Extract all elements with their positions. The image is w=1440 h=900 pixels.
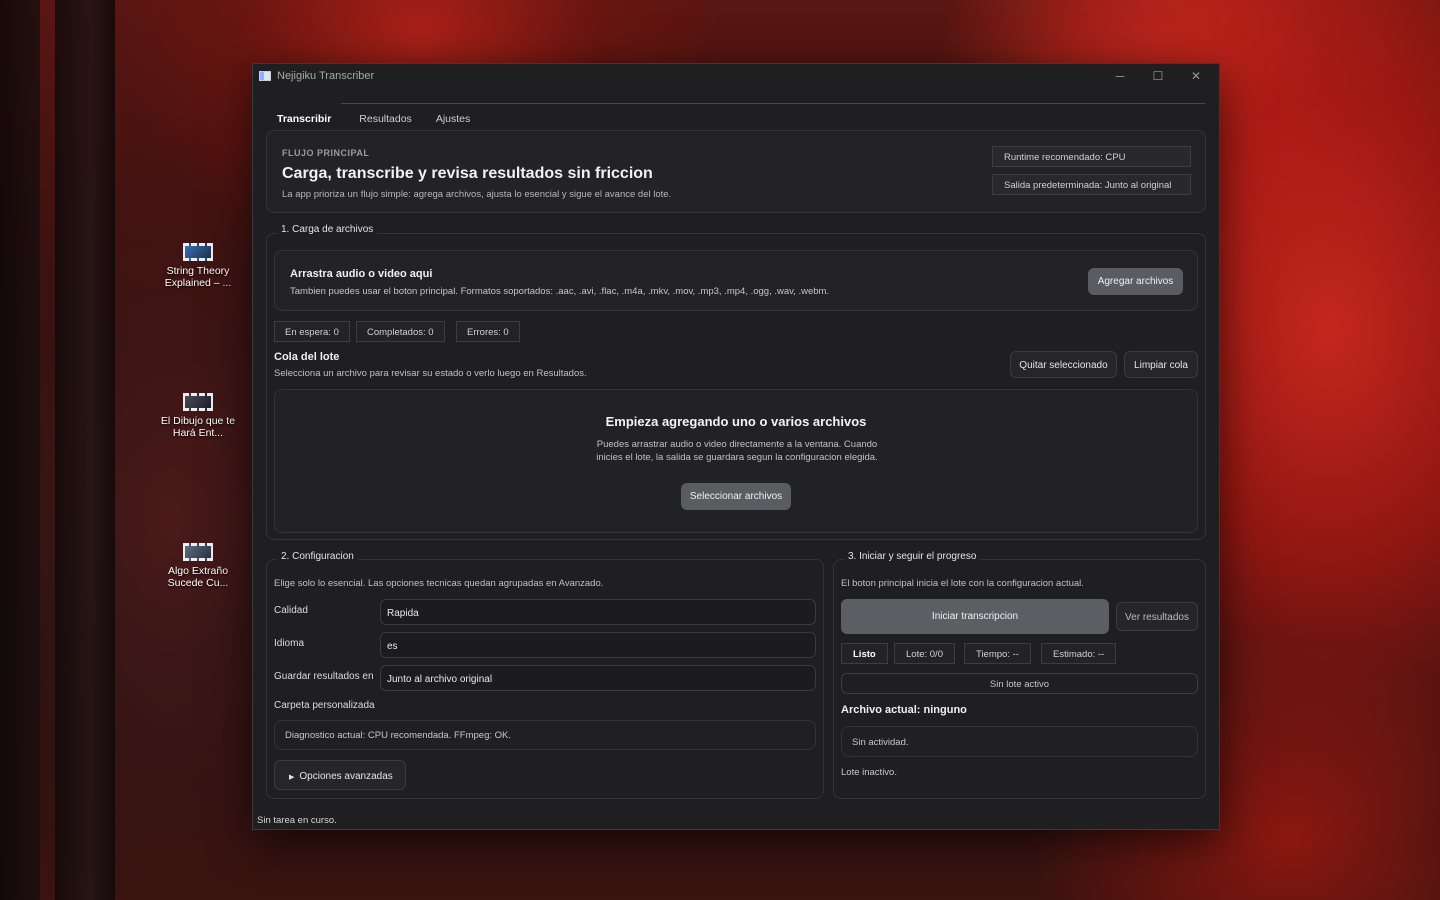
progress-intro: El boton principal inicia el lote con la… — [841, 578, 1084, 589]
queue-list[interactable]: Empieza agregando uno o varios archivos … — [274, 389, 1198, 533]
desktop-icon-video-2[interactable]: El Dibujo que te Hará Ent... — [160, 393, 236, 439]
batch-chip: Lote: 0/0 — [894, 643, 955, 664]
tab-divider — [341, 103, 1205, 104]
upload-section-label: 1. Carga de archivos — [277, 224, 378, 235]
advanced-options-label: Opciones avanzadas — [299, 771, 393, 782]
runtime-badge: Runtime recomendado: CPU — [992, 146, 1191, 167]
status-bar: Sin tarea en curso. — [257, 815, 337, 826]
desktop-icon-video-1[interactable]: String Theory Explained – ... — [160, 243, 236, 289]
activity-log: Sin actividad. — [841, 726, 1198, 757]
drop-title: Arrastra audio o video aqui — [290, 268, 433, 280]
desktop-icon-label: String Theory Explained – ... — [164, 265, 232, 289]
app-window: Nejigiku Transcriber ─ ☐ ✕ Transcribir R… — [252, 63, 1220, 830]
advanced-options-toggle[interactable]: ▶ Opciones avanzadas — [274, 760, 406, 790]
remove-selected-button[interactable]: Quitar seleccionado — [1010, 351, 1117, 378]
waiting-counter: En espera: 0 — [274, 321, 350, 342]
save-location-select[interactable]: Junto al archivo original — [380, 665, 816, 691]
save-location-label: Guardar resultados en — [274, 671, 374, 682]
empty-state-title: Empieza agregando uno o varios archivos — [605, 414, 867, 429]
maximize-button[interactable]: ☐ — [1139, 69, 1177, 83]
start-transcription-button[interactable]: Iniciar transcripcion — [841, 599, 1109, 634]
hero-eyebrow: FLUJO PRINCIPAL — [282, 148, 370, 158]
page-title: Carga, transcribe y revisa resultados si… — [282, 165, 653, 182]
background-tree — [55, 0, 115, 900]
background-tree — [0, 0, 40, 900]
tab-ajustes[interactable]: Ajustes — [426, 113, 480, 131]
status-chip: Listo — [841, 643, 888, 664]
close-button[interactable]: ✕ — [1177, 69, 1215, 83]
progress-section-label: 3. Iniciar y seguir el progreso — [844, 551, 981, 562]
chevron-right-icon: ▶ — [289, 774, 295, 781]
clear-queue-button[interactable]: Limpiar cola — [1124, 351, 1198, 378]
hero-subtitle: La app prioriza un flujo simple: agrega … — [282, 189, 672, 200]
add-files-button[interactable]: Agregar archivos — [1088, 268, 1183, 295]
config-intro: Elige solo lo esencial. Las opciones tec… — [274, 578, 604, 589]
app-icon — [259, 71, 271, 81]
video-file-icon — [183, 543, 213, 561]
hero-panel: FLUJO PRINCIPAL Carga, transcribe y revi… — [266, 130, 1206, 213]
desktop-icon-label: El Dibujo que te Hará Ent... — [160, 415, 236, 439]
video-file-icon — [183, 243, 213, 261]
batch-state: Lote inactivo. — [841, 767, 897, 778]
config-section-label: 2. Configuracion — [277, 551, 358, 562]
view-results-button[interactable]: Ver resultados — [1116, 602, 1198, 631]
tab-resultados[interactable]: Resultados — [349, 113, 422, 131]
time-chip: Tiempo: -- — [964, 643, 1031, 664]
batch-progress-bar: Sin lote activo — [841, 673, 1198, 694]
tab-transcribir[interactable]: Transcribir — [267, 113, 341, 131]
current-file-label: Archivo actual: ninguno — [841, 704, 967, 716]
tab-bar: Transcribir Resultados Ajustes — [267, 103, 1205, 131]
window-title: Nejigiku Transcriber — [277, 70, 375, 82]
quality-select[interactable]: Rapida — [380, 599, 816, 625]
output-badge: Salida predeterminada: Junto al original — [992, 174, 1191, 195]
eta-chip: Estimado: -- — [1041, 643, 1117, 664]
title-bar: Nejigiku Transcriber ─ ☐ ✕ — [253, 64, 1219, 88]
diagnostic-box: Diagnostico actual: CPU recomendada. FFm… — [274, 720, 816, 750]
video-file-icon — [183, 393, 213, 411]
empty-state-subtitle: Puedes arrastrar audio o video directame… — [596, 439, 878, 463]
completed-counter: Completados: 0 — [356, 321, 445, 342]
queue-subtitle: Selecciona un archivo para revisar su es… — [274, 368, 587, 379]
minimize-button[interactable]: ─ — [1101, 69, 1139, 83]
language-label: Idioma — [274, 638, 305, 649]
queue-title: Cola del lote — [274, 351, 340, 363]
select-files-button[interactable]: Seleccionar archivos — [681, 483, 791, 510]
custom-folder-label: Carpeta personalizada — [274, 700, 375, 711]
drop-subtitle: Tambien puedes usar el boton principal. … — [290, 286, 830, 297]
quality-label: Calidad — [274, 605, 308, 616]
desktop-icon-label: Algo Extraño Sucede Cu... — [167, 565, 229, 589]
language-select[interactable]: es — [380, 632, 816, 658]
desktop-icon-video-3[interactable]: Algo Extraño Sucede Cu... — [160, 543, 236, 589]
errors-counter: Errores: 0 — [456, 321, 520, 342]
drop-zone[interactable]: Arrastra audio o video aqui Tambien pued… — [274, 250, 1198, 311]
